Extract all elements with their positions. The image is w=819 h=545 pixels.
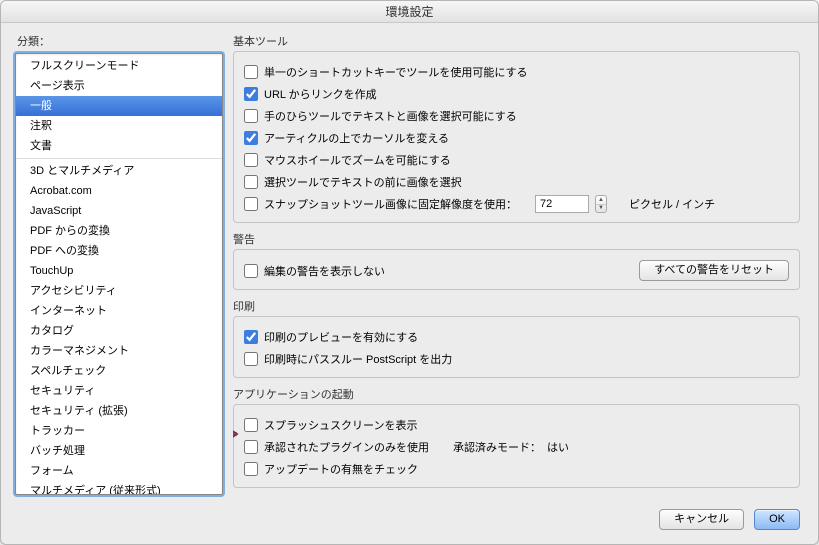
sidebar-item[interactable]: 3D とマルチメディア <box>16 161 222 181</box>
basic-opt-0-row: 単一のショートカットキーでツールを使用可能にする <box>244 62 789 82</box>
startup-opt-1-row: 承認されたプラグインのみを使用 承認済みモード： はい <box>244 437 789 457</box>
print-opt-1-label: 印刷時にパススルー PostScript を出力 <box>264 351 452 367</box>
snapshot-stepper[interactable]: ▲▼ <box>595 195 607 213</box>
category-listbox[interactable]: フルスクリーンモードページ表示一般注釈文書 3D とマルチメディアAcrobat.… <box>15 53 223 495</box>
group-startup: アプリケーションの起動 スプラッシュスクリーンを表示承認されたプラグインのみを使… <box>233 386 800 488</box>
basic-opt-4-row: マウスホイールでズームを可能にする <box>244 150 789 170</box>
startup-opt-1-checkbox[interactable] <box>244 440 258 454</box>
sidebar-item[interactable]: 文書 <box>16 136 222 156</box>
sidebar-item[interactable]: スペルチェック <box>16 361 222 381</box>
reset-all-warnings-button[interactable]: すべての警告をリセット <box>639 260 789 281</box>
sidebar-item[interactable]: PDF への変換 <box>16 241 222 261</box>
basic-opt-2-row: 手のひらツールでテキストと画像を選択可能にする <box>244 106 789 126</box>
sidebar-separator <box>16 158 222 159</box>
startup-opt-2-checkbox[interactable] <box>244 462 258 476</box>
startup-opt-0-row: スプラッシュスクリーンを表示 <box>244 415 789 435</box>
basic-opt-3-label: アーティクルの上でカーソルを変える <box>264 130 449 146</box>
basic-opt-2-label: 手のひらツールでテキストと画像を選択可能にする <box>264 108 517 124</box>
snapshot-resolution-input[interactable] <box>535 195 589 213</box>
window-body: 分類： フルスクリーンモードページ表示一般注釈文書 3D とマルチメディアAcro… <box>1 23 818 501</box>
stepper-down-icon[interactable]: ▼ <box>596 205 606 213</box>
snapshot-label: スナップショットツール画像に固定解像度を使用： <box>264 196 517 212</box>
group-box-print: 印刷のプレビューを有効にする印刷時にパススルー PostScript を出力 <box>233 316 800 378</box>
snapshot-unit-label: ピクセル / インチ <box>629 196 715 212</box>
print-opt-1-row: 印刷時にパススルー PostScript を出力 <box>244 349 789 369</box>
basic-opt-3-row: アーティクルの上でカーソルを変える <box>244 128 789 148</box>
group-print: 印刷 印刷のプレビューを有効にする印刷時にパススルー PostScript を出… <box>233 298 800 378</box>
basic-opt-5-row: 選択ツールでテキストの前に画像を選択 <box>244 172 789 192</box>
group-basic-tools: 基本ツール 単一のショートカットキーでツールを使用可能にする URL からリンクを… <box>233 33 800 223</box>
sidebar-item[interactable]: TouchUp <box>16 261 222 281</box>
startup-opt-1-extra-label: 承認済みモード： <box>453 439 541 455</box>
basic-opt-2-checkbox[interactable] <box>244 109 258 123</box>
basic-opt-4-label: マウスホイールでズームを可能にする <box>264 152 451 168</box>
basic-opt-4-checkbox[interactable] <box>244 153 258 167</box>
cancel-button[interactable]: キャンセル <box>659 509 744 530</box>
group-title-startup: アプリケーションの起動 <box>233 386 800 402</box>
sidebar-item[interactable]: 一般 <box>16 96 222 116</box>
sidebar-item[interactable]: フルスクリーンモード <box>16 56 222 76</box>
startup-opt-0-checkbox[interactable] <box>244 418 258 432</box>
snapshot-row: スナップショットツール画像に固定解像度を使用： ▲▼ ピクセル / インチ <box>244 194 789 214</box>
stepper-up-icon[interactable]: ▲ <box>596 196 606 205</box>
basic-opt-1-row: URL からリンクを作成 <box>244 84 789 104</box>
sidebar-item[interactable]: セキュリティ <box>16 381 222 401</box>
startup-opt-2-row: アップデートの有無をチェック <box>244 459 789 479</box>
group-box-basic: 単一のショートカットキーでツールを使用可能にする URL からリンクを作成手のひら… <box>233 51 800 223</box>
sidebar-item[interactable]: バッチ処理 <box>16 441 222 461</box>
basic-opt-1-label: URL からリンクを作成 <box>264 86 377 102</box>
print-opt-0-checkbox[interactable] <box>244 330 258 344</box>
sidebar-item[interactable]: 注釈 <box>16 116 222 136</box>
startup-opt-0-label: スプラッシュスクリーンを表示 <box>264 417 417 433</box>
ok-button[interactable]: OK <box>754 509 800 530</box>
sidebar-item[interactable]: JavaScript <box>16 201 222 221</box>
group-title-warning: 警告 <box>233 231 800 247</box>
sidebar-item[interactable]: PDF からの変換 <box>16 221 222 241</box>
basic-opt-5-checkbox[interactable] <box>244 175 258 189</box>
basic-opt-3-checkbox[interactable] <box>244 131 258 145</box>
group-box-startup: スプラッシュスクリーンを表示承認されたプラグインのみを使用 承認済みモード： はい… <box>233 404 800 488</box>
group-box-warning: 編集の警告を表示しない すべての警告をリセット <box>233 249 800 290</box>
startup-opt-1-label: 承認されたプラグインのみを使用 <box>264 439 429 455</box>
preferences-window: 環境設定 分類： フルスクリーンモードページ表示一般注釈文書 3D とマルチメディ… <box>0 0 819 545</box>
sidebar-item[interactable]: インターネット <box>16 301 222 321</box>
basic-opt-0-label: 単一のショートカットキーでツールを使用可能にする <box>264 64 527 80</box>
group-title-basic: 基本ツール <box>233 33 800 49</box>
startup-opt-1-extra-value: はい <box>547 439 569 455</box>
sidebar-item[interactable]: セキュリティ (拡張) <box>16 401 222 421</box>
group-title-print: 印刷 <box>233 298 800 314</box>
group-warning: 警告 編集の警告を表示しない すべての警告をリセット <box>233 231 800 290</box>
warning-hide-edit-checkbox[interactable] <box>244 264 258 278</box>
sidebar-item[interactable]: フォーム <box>16 461 222 481</box>
sidebar-item[interactable]: Acrobat.com <box>16 181 222 201</box>
sidebar-label: 分類： <box>15 33 223 49</box>
sidebar: 分類： フルスクリーンモードページ表示一般注釈文書 3D とマルチメディアAcro… <box>15 33 223 495</box>
snapshot-checkbox[interactable] <box>244 197 258 211</box>
basic-opt-5-label: 選択ツールでテキストの前に画像を選択 <box>264 174 462 190</box>
sidebar-item[interactable]: ページ表示 <box>16 76 222 96</box>
print-opt-0-label: 印刷のプレビューを有効にする <box>264 329 418 345</box>
sidebar-item[interactable]: カタログ <box>16 321 222 341</box>
sidebar-item[interactable]: トラッカー <box>16 421 222 441</box>
print-opt-1-checkbox[interactable] <box>244 352 258 366</box>
print-opt-0-row: 印刷のプレビューを有効にする <box>244 327 789 347</box>
sidebar-item[interactable]: カラーマネジメント <box>16 341 222 361</box>
warning-hide-edit-label: 編集の警告を表示しない <box>264 263 385 279</box>
sidebar-item[interactable]: マルチメディア (従来形式) <box>16 481 222 495</box>
basic-opt-1-checkbox[interactable] <box>244 87 258 101</box>
window-title: 環境設定 <box>1 1 818 23</box>
footer: キャンセル OK <box>1 501 818 544</box>
startup-opt-2-label: アップデートの有無をチェック <box>264 461 418 477</box>
basic-opt-0-checkbox[interactable] <box>244 65 258 79</box>
sidebar-item[interactable]: アクセシビリティ <box>16 281 222 301</box>
main-panel: 基本ツール 単一のショートカットキーでツールを使用可能にする URL からリンクを… <box>233 33 804 495</box>
